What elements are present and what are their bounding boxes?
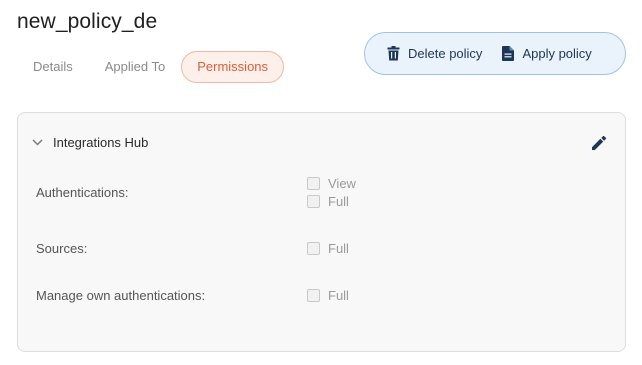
permission-label-authentications: Authentications:: [36, 185, 129, 200]
option-label: Full: [328, 288, 349, 303]
checkbox[interactable]: [307, 195, 320, 208]
policy-actions-bar: Delete policy Apply policy: [364, 32, 626, 75]
permission-label-sources: Sources:: [36, 241, 88, 256]
tab-details[interactable]: Details: [17, 51, 89, 83]
option-label: View: [328, 176, 356, 191]
permission-option-authentications-view[interactable]: View: [307, 176, 356, 191]
option-label: Full: [328, 194, 349, 209]
option-label: Full: [328, 241, 349, 256]
checkbox[interactable]: [307, 242, 320, 255]
permission-option-authentications-full[interactable]: Full: [307, 194, 349, 209]
policy-tabs: Details Applied To Permissions: [17, 51, 285, 83]
tab-permissions[interactable]: Permissions: [181, 51, 285, 83]
checkbox[interactable]: [307, 289, 320, 302]
page-title: new_policy_de: [17, 10, 158, 33]
permission-option-manage-own-full[interactable]: Full: [307, 288, 349, 303]
document-icon: [502, 46, 515, 61]
permission-option-sources-full[interactable]: Full: [307, 241, 349, 256]
trash-icon: [387, 46, 400, 61]
checkbox[interactable]: [307, 177, 320, 190]
permissions-card: Integrations Hub Authentications: View F…: [17, 112, 626, 352]
policy-page: new_policy_de Details Applied To Permiss…: [0, 0, 642, 365]
chevron-down-icon: [32, 139, 43, 146]
delete-policy-button[interactable]: Delete policy: [387, 46, 482, 61]
card-title: Integrations Hub: [53, 135, 149, 150]
edit-button[interactable]: [591, 135, 607, 156]
delete-policy-label: Delete policy: [408, 46, 483, 61]
apply-policy-button[interactable]: Apply policy: [502, 46, 592, 61]
apply-policy-label: Apply policy: [522, 46, 592, 61]
card-collapse-toggle[interactable]: Integrations Hub: [32, 135, 148, 150]
permission-label-manage-own-authentications: Manage own authentications:: [36, 288, 206, 303]
pencil-icon: [592, 135, 607, 150]
tab-applied-to[interactable]: Applied To: [89, 51, 181, 83]
